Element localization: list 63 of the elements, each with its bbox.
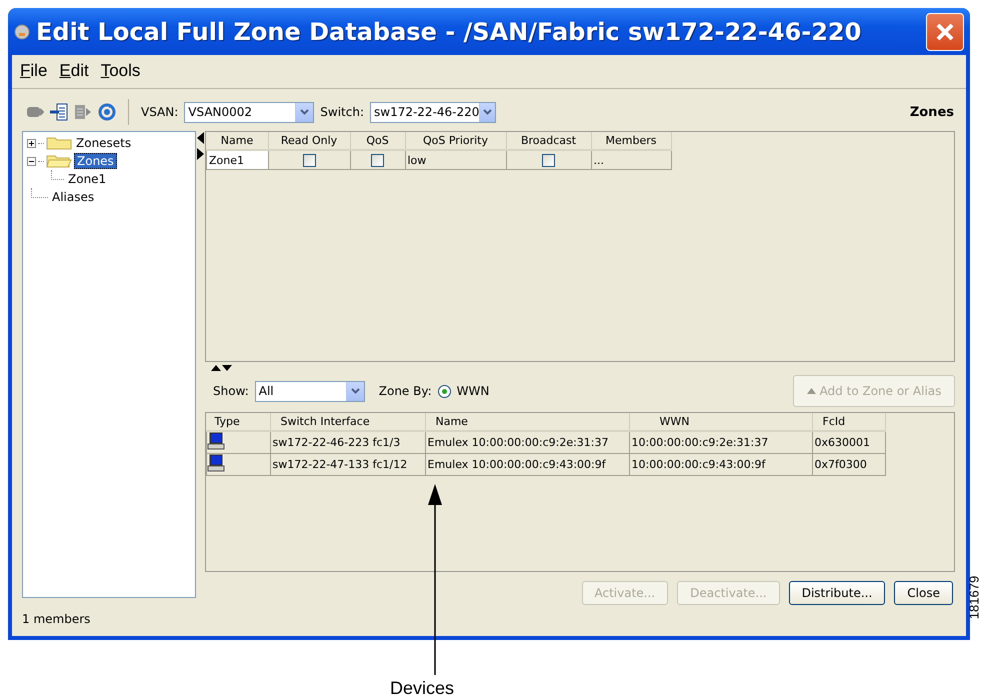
vsan-dropdown[interactable]: VSAN0002 <box>184 102 314 122</box>
table-cell: Emulex 10:00:00:00:c9:43:00:9f <box>425 454 629 476</box>
table-cell: 0x630001 <box>812 431 885 454</box>
column-header[interactable]: QoS <box>350 132 405 150</box>
column-header[interactable]: Type <box>206 413 270 431</box>
table-cell: sw172-22-46-223 fc1/3 <box>270 431 425 454</box>
table-cell: low <box>405 150 506 170</box>
computer-icon <box>207 432 225 450</box>
tree-item[interactable]: Zonesets <box>74 136 134 150</box>
status-text: 1 members <box>22 612 92 628</box>
open-folder-icon <box>46 154 72 168</box>
table-cell: 10:00:00:00:c9:43:00:9f <box>629 454 812 476</box>
checkbox[interactable] <box>542 154 555 166</box>
checkbox[interactable] <box>371 154 384 166</box>
menu-item[interactable]: Edit <box>59 61 89 81</box>
column-header[interactable]: Switch Interface <box>270 413 425 431</box>
column-header[interactable]: WWN <box>629 413 812 431</box>
up-arrow-icon <box>806 388 816 394</box>
close-button[interactable] <box>926 12 964 50</box>
dialog-button[interactable]: Close <box>894 581 953 605</box>
expand-icon[interactable] <box>27 138 36 148</box>
radio-button[interactable] <box>438 384 451 398</box>
refresh-icon[interactable] <box>98 103 116 121</box>
export-icon[interactable] <box>26 104 44 120</box>
checkbox[interactable] <box>302 154 316 166</box>
column-header[interactable]: QoS Priority <box>405 132 506 150</box>
section-title: Zones <box>910 104 954 120</box>
switch-dropdown[interactable]: sw172-22-46-220 <box>370 102 496 122</box>
column-header[interactable]: Members <box>591 132 671 150</box>
column-header[interactable]: Name <box>425 413 629 431</box>
table-cell: ... <box>591 150 671 170</box>
column-header[interactable]: Broadcast <box>506 132 591 150</box>
close-icon <box>935 22 955 42</box>
table-cell: sw172-22-47-133 fc1/12 <box>270 454 425 476</box>
splitter-arrows-icon[interactable] <box>197 132 205 162</box>
table-cell: 10:00:00:00:c9:2e:31:37 <box>629 431 812 454</box>
splitter-arrows-icon[interactable] <box>211 364 233 372</box>
callout-label: Devices <box>390 678 454 699</box>
show-label: Show: <box>213 384 249 398</box>
show-dropdown[interactable]: All <box>254 380 365 402</box>
figure-number: 181679 <box>966 574 982 622</box>
table-cell: 0x7f0300 <box>812 454 885 476</box>
table-insert-icon[interactable] <box>50 103 68 121</box>
collapse-icon[interactable] <box>27 156 36 166</box>
tree-item[interactable]: Aliases <box>50 190 96 204</box>
column-header[interactable]: FcId <box>812 413 885 431</box>
switch-label: Switch: <box>320 105 364 119</box>
table-cell: Emulex 10:00:00:00:c9:2e:31:37 <box>425 431 629 454</box>
tree-item[interactable]: Zones <box>74 153 117 169</box>
radio-label: WWN <box>456 384 490 398</box>
zone-by-label: Zone By: <box>378 384 432 398</box>
window-title: Edit Local Full Zone Database - /SAN/Fabric sw172-22-46-220 <box>36 18 862 46</box>
menu-item[interactable]: File <box>20 61 48 81</box>
table-cell: Zone1 <box>206 150 268 170</box>
column-header[interactable]: Read Only <box>268 132 350 150</box>
table-export-icon[interactable] <box>74 104 92 120</box>
computer-icon <box>207 454 225 472</box>
tree-item[interactable]: Zone1 <box>66 172 108 186</box>
app-icon <box>14 24 30 40</box>
folder-icon <box>46 136 72 150</box>
vsan-label: VSAN: <box>141 105 178 119</box>
dialog-button[interactable]: Distribute... <box>788 581 886 605</box>
menu-item[interactable]: Tools <box>100 61 140 81</box>
